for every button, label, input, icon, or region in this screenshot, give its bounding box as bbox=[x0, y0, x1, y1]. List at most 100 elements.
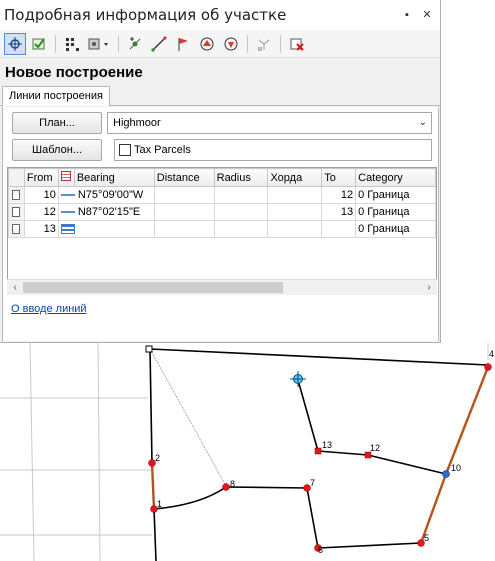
row-selector[interactable] bbox=[8, 186, 25, 204]
col-line-type-icon[interactable] bbox=[57, 168, 75, 187]
template-swatch-icon bbox=[119, 144, 131, 156]
cell-radius[interactable] bbox=[213, 186, 269, 204]
snap-crosshair-icon bbox=[290, 371, 306, 387]
col-radius[interactable]: Radius bbox=[213, 168, 269, 187]
col-distance[interactable]: Distance bbox=[153, 168, 215, 187]
app-stage: 1 2 4 5 6 7 8 10 12 13 Подробная информа… bbox=[0, 0, 495, 561]
row-selector[interactable] bbox=[8, 220, 25, 238]
cell-radius[interactable] bbox=[213, 203, 269, 221]
line-type-icon bbox=[60, 194, 75, 197]
template-button[interactable]: Шаблон... bbox=[12, 139, 102, 161]
cell-bearing[interactable] bbox=[57, 220, 155, 238]
points-grid-icon[interactable] bbox=[61, 33, 83, 55]
row-header-corner bbox=[8, 168, 25, 187]
cell-chord[interactable] bbox=[267, 203, 323, 221]
point-4 bbox=[484, 363, 492, 371]
label-point-10: 10 bbox=[451, 463, 461, 473]
line-icon[interactable] bbox=[148, 33, 170, 55]
label-point-8: 8 bbox=[230, 479, 235, 489]
label-point-7: 7 bbox=[310, 478, 315, 488]
line-type-icon bbox=[60, 224, 75, 235]
add-point-icon[interactable] bbox=[124, 33, 146, 55]
flag-icon[interactable] bbox=[172, 33, 194, 55]
point-8 bbox=[222, 483, 230, 491]
plan-button[interactable]: План... bbox=[12, 112, 102, 134]
point-13 bbox=[314, 447, 322, 455]
cell-from[interactable]: 10 bbox=[23, 186, 59, 204]
label-point-5: 5 bbox=[424, 533, 429, 543]
table-header-row: From Bearing Distance Radius Хорда To Ca… bbox=[8, 168, 436, 187]
parcel-details-panel: Подробная информация об участке ▪ ✕ Ново… bbox=[0, 0, 441, 343]
label-point-12: 12 bbox=[370, 443, 380, 453]
cell-category[interactable]: 0 Граница bbox=[355, 186, 436, 204]
lines-table: From Bearing Distance Radius Хорда To Ca… bbox=[8, 168, 436, 238]
col-chord[interactable]: Хорда bbox=[267, 168, 323, 187]
chevron-down-icon: ⌄ bbox=[418, 117, 427, 128]
table-row[interactable]: 10 N75°09'00"W 12 0 Граница bbox=[8, 186, 436, 204]
split-icon[interactable] bbox=[253, 33, 275, 55]
panel-title: Подробная информация об участке bbox=[4, 6, 287, 24]
close-traverse-icon[interactable] bbox=[220, 33, 242, 55]
cell-category[interactable]: 0 Граница bbox=[355, 203, 436, 221]
toolbar-separator bbox=[55, 34, 56, 53]
label-point-2: 2 bbox=[155, 453, 160, 463]
row-selector[interactable] bbox=[8, 203, 25, 221]
scroll-right-icon[interactable]: › bbox=[421, 280, 437, 296]
cell-distance[interactable] bbox=[153, 186, 215, 204]
tab-content: План... Highmoor ⌄ Шаблон... Tax Parcels bbox=[2, 107, 439, 341]
traverse-icon[interactable] bbox=[196, 33, 218, 55]
check-icon[interactable] bbox=[28, 33, 50, 55]
template-field[interactable]: Tax Parcels bbox=[114, 139, 432, 161]
label-point-1: 1 bbox=[157, 499, 162, 509]
background-parcels bbox=[0, 342, 489, 561]
cell-distance[interactable] bbox=[153, 220, 215, 238]
panel-titlebar: Подробная информация об участке ▪ ✕ bbox=[0, 0, 440, 30]
settings-dropdown-icon[interactable] bbox=[85, 33, 113, 55]
col-to[interactable]: To bbox=[321, 168, 357, 187]
parcel-boundary bbox=[149, 348, 489, 561]
scroll-left-icon[interactable]: ‹ bbox=[7, 280, 23, 296]
construction-line bbox=[149, 348, 227, 487]
cell-radius[interactable] bbox=[213, 220, 269, 238]
delete-icon[interactable] bbox=[286, 33, 308, 55]
table-row[interactable]: 12 N87°02'15"E 13 0 Граница bbox=[8, 203, 436, 221]
cell-to[interactable] bbox=[321, 220, 357, 238]
parcel-points bbox=[148, 363, 492, 552]
start-point-marker bbox=[145, 345, 153, 353]
panel-toolbar bbox=[0, 30, 440, 58]
about-line-entry-link[interactable]: О вводе линий bbox=[11, 303, 87, 315]
lines-grid[interactable]: From Bearing Distance Radius Хорда To Ca… bbox=[7, 167, 437, 289]
cell-category[interactable]: 0 Граница bbox=[355, 220, 436, 238]
label-point-4: 4 bbox=[489, 349, 494, 359]
scroll-thumb[interactable] bbox=[23, 282, 283, 293]
cell-bearing[interactable]: N87°02'15"E bbox=[57, 203, 155, 221]
cell-to[interactable]: 12 bbox=[321, 186, 357, 204]
horizontal-scrollbar[interactable]: ‹ › bbox=[7, 279, 437, 295]
tab-construction-lines[interactable]: Линии построения bbox=[2, 86, 110, 106]
toolbar-separator bbox=[247, 34, 248, 53]
col-category[interactable]: Category bbox=[355, 168, 436, 187]
pin-icon[interactable]: ▪ bbox=[400, 8, 414, 22]
cell-distance[interactable] bbox=[153, 203, 215, 221]
col-bearing[interactable]: Bearing bbox=[73, 168, 155, 187]
point-10 bbox=[442, 470, 450, 478]
toolbar-separator bbox=[118, 34, 119, 53]
cell-from[interactable]: 12 bbox=[23, 203, 59, 221]
tab-strip: Линии построения bbox=[0, 84, 440, 106]
label-point-13: 13 bbox=[322, 440, 332, 450]
plan-select-value: Highmoor bbox=[113, 117, 161, 129]
toolbar-separator bbox=[280, 34, 281, 53]
col-from[interactable]: From bbox=[23, 168, 59, 187]
crosshair-icon[interactable] bbox=[4, 32, 26, 55]
plan-select[interactable]: Highmoor ⌄ bbox=[107, 112, 432, 134]
cell-chord[interactable] bbox=[267, 220, 323, 238]
cell-bearing[interactable]: N75°09'00"W bbox=[57, 186, 155, 204]
template-value: Tax Parcels bbox=[134, 144, 191, 156]
cell-to[interactable]: 13 bbox=[321, 203, 357, 221]
selected-lines bbox=[150, 366, 490, 544]
cell-from[interactable]: 13 bbox=[23, 220, 59, 238]
line-type-icon bbox=[60, 211, 75, 214]
close-icon[interactable]: ✕ bbox=[420, 8, 434, 22]
cell-chord[interactable] bbox=[267, 186, 323, 204]
table-row[interactable]: 13 0 Граница bbox=[8, 220, 436, 238]
